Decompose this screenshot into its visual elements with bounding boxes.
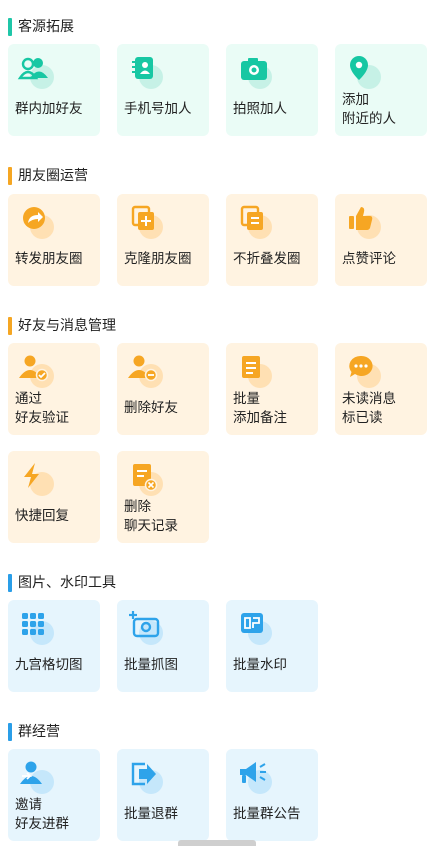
card-nearby-add[interactable]: 添加 附近的人 xyxy=(335,44,427,136)
card-label: 克隆朋友圈 xyxy=(124,251,192,267)
section-title: 好友与消息管理 xyxy=(18,318,116,334)
chat-bubble-icon xyxy=(349,355,381,388)
section-header-customer-expansion: 客源拓展 xyxy=(8,17,74,37)
section-accent-bar xyxy=(8,167,12,185)
section-accent-bar xyxy=(8,317,12,335)
grid-nine-icon xyxy=(22,613,54,645)
card-label: 批量退群 xyxy=(124,806,178,822)
card-label: 邀请 好友进群 xyxy=(15,797,69,832)
card-delete-friend[interactable]: 删除好友 xyxy=(117,343,209,435)
invite-user-icon xyxy=(20,761,54,794)
card-batch-exit[interactable]: 批量退群 xyxy=(117,749,209,841)
card-group-add-friends[interactable]: 群内加好友 xyxy=(8,44,100,136)
section-header-moments: 朋友圈运营 xyxy=(8,166,88,186)
card-label: 拍照加人 xyxy=(233,101,287,117)
card-batch-watermark[interactable]: 批量水印 xyxy=(226,600,318,692)
card-label: 批量群公告 xyxy=(233,806,301,822)
phone-contacts-icon xyxy=(132,57,163,89)
card-label: 删除好友 xyxy=(124,400,178,416)
card-label: 手机号加人 xyxy=(124,101,192,117)
card-batch-remark[interactable]: 批量 添加备注 xyxy=(226,343,318,435)
stamp-icon xyxy=(241,613,272,645)
card-delete-history[interactable]: 删除 聊天记录 xyxy=(117,451,209,543)
camera-icon xyxy=(241,58,272,89)
group-users-icon xyxy=(17,57,54,89)
card-invite-group[interactable]: 邀请 好友进群 xyxy=(8,749,100,841)
megaphone-icon xyxy=(240,762,272,794)
section-title: 客源拓展 xyxy=(18,19,74,35)
section-accent-bar xyxy=(8,723,12,741)
user-verify-icon xyxy=(19,355,54,388)
card-mark-read[interactable]: 未读消息 标已读 xyxy=(335,343,427,435)
card-label: 不折叠发圈 xyxy=(233,251,301,267)
unfold-post-icon xyxy=(240,205,272,239)
card-label: 转发朋友圈 xyxy=(15,251,83,267)
section-accent-bar xyxy=(8,574,12,592)
user-remove-icon xyxy=(128,355,163,388)
tools-page: 客源拓展 群内加好友 手机号加人 拍照加人 添加 附近的人 朋友圈运营 转发朋友… xyxy=(0,0,436,846)
card-label: 群内加好友 xyxy=(15,101,83,117)
clone-copy-icon xyxy=(131,205,163,239)
card-batch-capture[interactable]: 批量抓图 xyxy=(117,600,209,692)
card-quick-reply[interactable]: 快捷回复 xyxy=(8,451,100,543)
section-header-group-ops: 群经营 xyxy=(8,722,60,742)
card-nine-grid[interactable]: 九宫格切图 xyxy=(8,600,100,692)
card-label: 批量 添加备注 xyxy=(233,391,287,426)
section-accent-bar xyxy=(8,18,12,36)
card-phone-add[interactable]: 手机号加人 xyxy=(117,44,209,136)
section-header-friend-message: 好友与消息管理 xyxy=(8,316,116,336)
thumbs-up-icon xyxy=(349,207,381,239)
section-title: 图片、水印工具 xyxy=(18,575,116,591)
home-indicator[interactable] xyxy=(178,840,256,846)
card-batch-announcement[interactable]: 批量群公告 xyxy=(226,749,318,841)
card-verify-friend[interactable]: 通过 好友验证 xyxy=(8,343,100,435)
location-pin-icon xyxy=(350,56,381,89)
card-clone-moments[interactable]: 克隆朋友圈 xyxy=(117,194,209,286)
section-title: 群经营 xyxy=(18,724,60,740)
card-label: 通过 好友验证 xyxy=(15,391,69,426)
note-list-icon xyxy=(242,356,272,388)
card-label: 九宫格切图 xyxy=(15,657,83,673)
card-label: 批量抓图 xyxy=(124,657,178,673)
card-label: 删除 聊天记录 xyxy=(124,499,178,534)
card-photo-add[interactable]: 拍照加人 xyxy=(226,44,318,136)
card-label: 批量水印 xyxy=(233,657,287,673)
card-label: 点赞评论 xyxy=(342,251,396,267)
card-label: 快捷回复 xyxy=(15,508,69,524)
card-label: 添加 附近的人 xyxy=(342,92,396,127)
exit-group-icon xyxy=(131,762,163,794)
share-arrow-icon xyxy=(23,207,54,239)
section-header-image-tools: 图片、水印工具 xyxy=(8,573,116,593)
section-title: 朋友圈运营 xyxy=(18,168,88,184)
delete-history-icon xyxy=(133,464,163,496)
card-label: 未读消息 标已读 xyxy=(342,391,396,426)
lightning-icon xyxy=(24,463,54,496)
camera-add-icon xyxy=(129,611,163,645)
card-forward-moments[interactable]: 转发朋友圈 xyxy=(8,194,100,286)
card-unfold-post[interactable]: 不折叠发圈 xyxy=(226,194,318,286)
card-like-comment[interactable]: 点赞评论 xyxy=(335,194,427,286)
